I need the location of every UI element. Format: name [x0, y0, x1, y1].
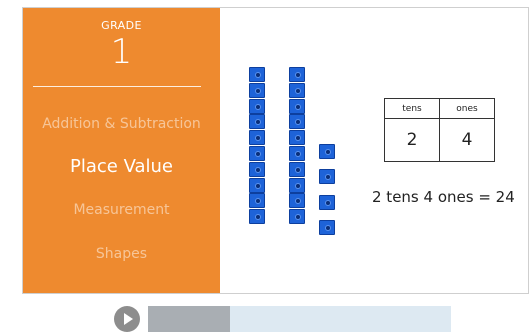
ones-cube: [319, 144, 335, 159]
tens-rod-cube: [289, 193, 305, 209]
tens-rod-cube: [249, 82, 265, 98]
tens-rod-cube: [249, 67, 265, 82]
tens-rod-cube: [289, 114, 305, 130]
tens-rod-cube: [249, 130, 265, 146]
tens-value: 2: [384, 118, 440, 162]
play-icon[interactable]: [114, 306, 140, 332]
tens-rod-cube: [289, 209, 305, 225]
ones-cube: [319, 169, 335, 184]
tens-rod-cube: [249, 161, 265, 177]
tens-rod-cube: [249, 177, 265, 193]
tens-rod-cube: [249, 146, 265, 161]
ones-cube: [319, 220, 335, 235]
tens-rod-cube: [249, 98, 265, 114]
progress-fill: [148, 306, 230, 332]
media-player: [114, 306, 451, 332]
tens-rod-cube: [249, 209, 265, 225]
ones-header: ones: [439, 98, 495, 119]
place-value-equation: 2 tens 4 ones = 24: [372, 188, 515, 206]
tens-header: tens: [384, 98, 440, 119]
tens-rod-cube: [289, 82, 305, 98]
tens-rod-cube: [289, 130, 305, 146]
tens-rod-cube: [249, 193, 265, 209]
lesson-frame: GRADE 1 Addition & Subtraction Place Val…: [22, 7, 529, 294]
tens-rod-cube: [289, 98, 305, 114]
place-value-table: tens ones 2 4: [384, 98, 495, 162]
ones-value: 4: [439, 118, 495, 162]
tens-rod-cube: [289, 161, 305, 177]
tens-rod-cube: [289, 177, 305, 193]
ones-cube: [319, 195, 335, 210]
tens-rod-cube: [249, 114, 265, 130]
tens-rod-cube: [289, 67, 305, 82]
progress-track[interactable]: [148, 306, 451, 332]
tens-rod-cube: [289, 146, 305, 161]
